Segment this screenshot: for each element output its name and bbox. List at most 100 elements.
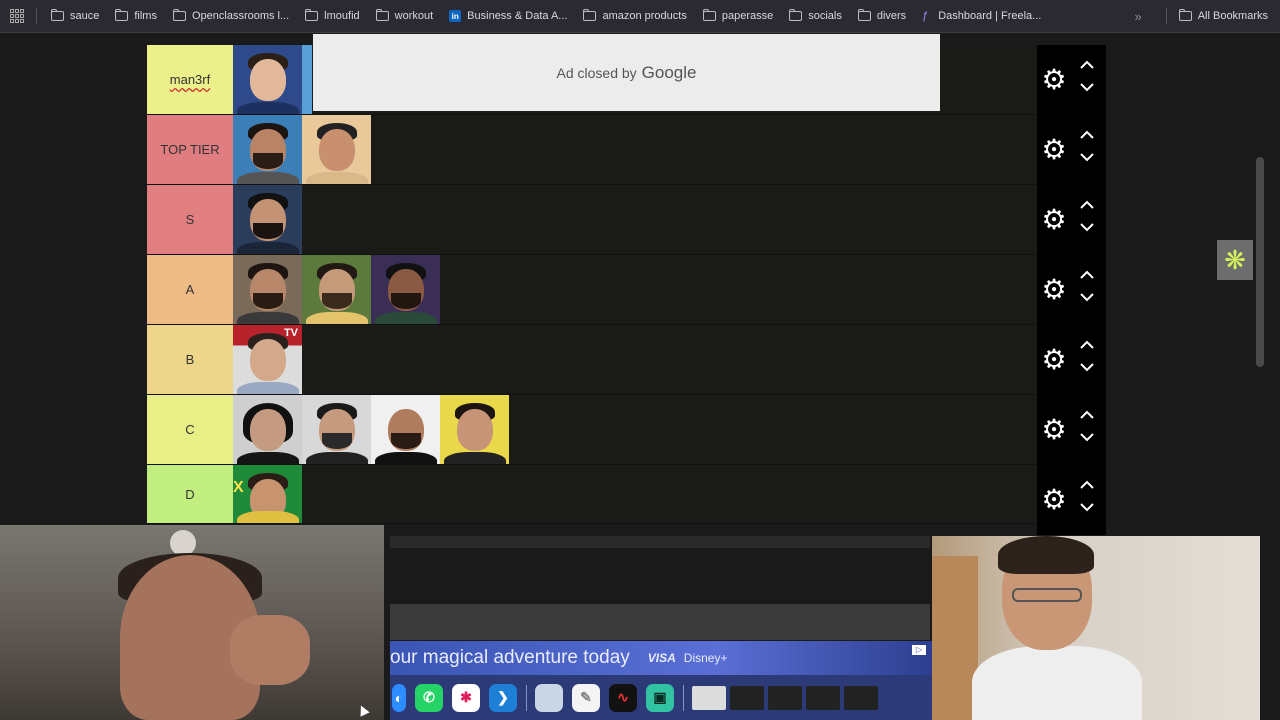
notes-icon[interactable]: ✎ [572,683,600,712]
tier-control: ⚙ [1037,185,1106,255]
chevron-up-icon[interactable] [1079,127,1095,143]
bookmark-label: sauce [70,10,100,22]
ad-closed-text: Ad closed by [556,64,637,81]
folder-icon [789,9,803,21]
webcam-left [0,525,384,720]
folder-icon [115,9,129,21]
window-thumbnail[interactable] [844,685,878,710]
bookmark-lmoufid[interactable]: lmoufid [305,9,360,22]
bookmark-label: Business & Data A... [467,10,568,22]
tier-item-image[interactable] [233,395,302,464]
tier-item-image[interactable]: X [233,465,302,523]
tier-label[interactable]: TOP TIER [147,115,233,184]
chevron-down-icon[interactable] [1079,79,1095,95]
tier-item-image[interactable] [302,45,312,114]
bookmarks-divider [36,8,37,24]
tier-row-top-tier: TOP TIER [147,115,1037,185]
window-thumbnail[interactable] [806,685,840,710]
chevron-up-icon[interactable] [1079,57,1095,73]
adchoices-icon[interactable]: ▷ [912,645,926,655]
tier-label[interactable]: B [147,325,233,394]
tier-item-image[interactable] [302,395,371,464]
chevron-up-icon[interactable] [1079,337,1095,353]
gear-icon[interactable]: ⚙ [1041,66,1067,94]
tier-control: ⚙ [1037,115,1106,185]
tier-item-image[interactable] [302,115,371,184]
bookmark-label: amazon products [602,10,687,22]
bookmark-label: Openclassrooms l... [191,10,290,22]
chevron-down-icon[interactable] [1079,149,1095,165]
tier-item-image[interactable] [233,115,302,184]
bookmark-workout[interactable]: workout [375,9,433,22]
scrollbar-thumb[interactable] [1256,157,1264,367]
tier-items [233,395,509,464]
tier-item-image[interactable] [233,255,302,324]
chevron-down-icon[interactable] [1079,289,1095,305]
gear-icon[interactable]: ⚙ [1041,276,1067,304]
tier-row-s: S [147,185,1037,255]
tier-list: man3rf TOP TIER S A B TV C D X [147,45,1037,524]
tier-item-image[interactable] [371,395,440,464]
streamlabs-icon[interactable]: ▣ [646,683,674,712]
gear-icon[interactable]: ⚙ [1041,416,1067,444]
chevron-down-icon[interactable] [1079,219,1095,235]
chevron-down-icon[interactable] [1079,499,1095,515]
folder-icon [375,9,389,21]
bookmark-socials[interactable]: socials [789,9,842,22]
ad-banner[interactable]: our magical adventure today VISA Disney+… [390,641,932,675]
tier-item-image[interactable] [233,185,302,254]
tier-item-image[interactable] [302,255,371,324]
tier-row-a: A [147,255,1037,325]
tier-label[interactable]: C [147,395,233,464]
tier-item-image[interactable]: TV [233,325,302,394]
bookmarks-bar: sauce films Openclassrooms l... lmoufid … [0,0,1280,33]
chevron-up-icon[interactable] [1079,197,1095,213]
tier-item-image[interactable] [371,255,440,324]
sparkle-widget-icon[interactable]: ❋ [1217,240,1253,280]
tier-label[interactable]: D [147,465,233,523]
whatsapp-icon[interactable]: ✆ [415,683,443,712]
finder-preview-icon[interactable] [535,683,563,712]
all-bookmarks-button[interactable]: All Bookmarks [1178,9,1268,22]
chevron-down-icon[interactable] [1079,429,1095,445]
google-logo: Google [641,62,697,82]
tier-controls: ⚙ ⚙ ⚙ ⚙ ⚙ ⚙ ⚙ [1037,45,1106,535]
page-footer-strip [390,604,930,640]
window-thumbnail[interactable] [692,685,726,710]
gear-icon[interactable]: ⚙ [1041,136,1067,164]
slack-icon[interactable]: ✱ [452,683,480,712]
bookmark-dashboard-freelance[interactable]: ƒ Dashboard | Freela... [922,10,1041,22]
bookmark-sauce[interactable]: sauce [51,9,100,22]
tier-control: ⚙ [1037,325,1106,395]
bookmark-label: Dashboard | Freela... [938,10,1042,22]
bookmark-films[interactable]: films [115,9,157,22]
bookmark-openclassrooms[interactable]: Openclassrooms l... [172,9,290,22]
window-thumbnail[interactable] [768,685,802,710]
tier-label[interactable]: man3rf [147,45,233,114]
zoom-icon[interactable]: ◐ [392,683,406,712]
chevron-up-icon[interactable] [1079,267,1095,283]
window-thumbnail[interactable] [730,685,764,710]
apps-grid-icon[interactable] [10,9,24,23]
tier-item-image[interactable] [233,45,302,114]
tier-label[interactable]: A [147,255,233,324]
chevron-down-icon[interactable] [1079,359,1095,375]
tier-label[interactable]: S [147,185,233,254]
chevron-up-icon[interactable] [1079,407,1095,423]
gear-icon[interactable]: ⚙ [1041,206,1067,234]
bookmark-label: paperasse [721,10,774,22]
bookmark-divers[interactable]: divers [857,9,906,22]
vscode-icon[interactable]: ❯ [489,683,517,712]
bookmark-label: socials [808,10,842,22]
tier-control: ⚙ [1037,465,1106,535]
tier-row-b: B TV [147,325,1037,395]
chevron-up-icon[interactable] [1079,477,1095,493]
voice-memos-icon[interactable]: ∿ [609,683,637,712]
gear-icon[interactable]: ⚙ [1041,346,1067,374]
bookmark-amazon-products[interactable]: amazon products [583,9,687,22]
tier-item-image[interactable] [440,395,509,464]
bookmark-paperasse[interactable]: paperasse [702,9,774,22]
bookmark-business-data[interactable]: in Business & Data A... [449,10,567,22]
gear-icon[interactable]: ⚙ [1041,486,1067,514]
bookmarks-overflow-button[interactable]: » [1134,9,1141,24]
